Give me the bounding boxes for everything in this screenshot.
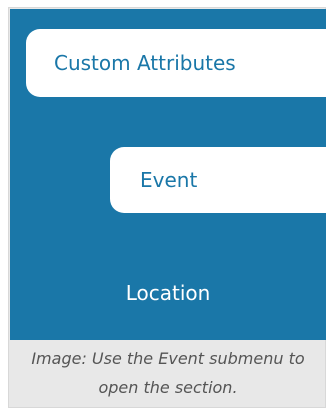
image-figure: Custom Attributes Event Location Image: … <box>8 7 326 408</box>
caption-line: Image: Use the Event submenu to <box>31 349 305 368</box>
menu-item-label: Custom Attributes <box>54 51 236 75</box>
menu-item-location[interactable]: Location <box>10 281 326 305</box>
caption-line: open the section. <box>98 378 238 397</box>
menu-item-label: Location <box>125 281 211 305</box>
submenu-item-event[interactable]: Event <box>110 147 326 213</box>
image-caption: Image: Use the Event submenu to open the… <box>10 344 326 402</box>
menu-screenshot: Custom Attributes Event Location <box>10 9 326 340</box>
menu-item-custom-attributes[interactable]: Custom Attributes <box>26 29 326 97</box>
menu-item-label: Event <box>140 168 198 192</box>
